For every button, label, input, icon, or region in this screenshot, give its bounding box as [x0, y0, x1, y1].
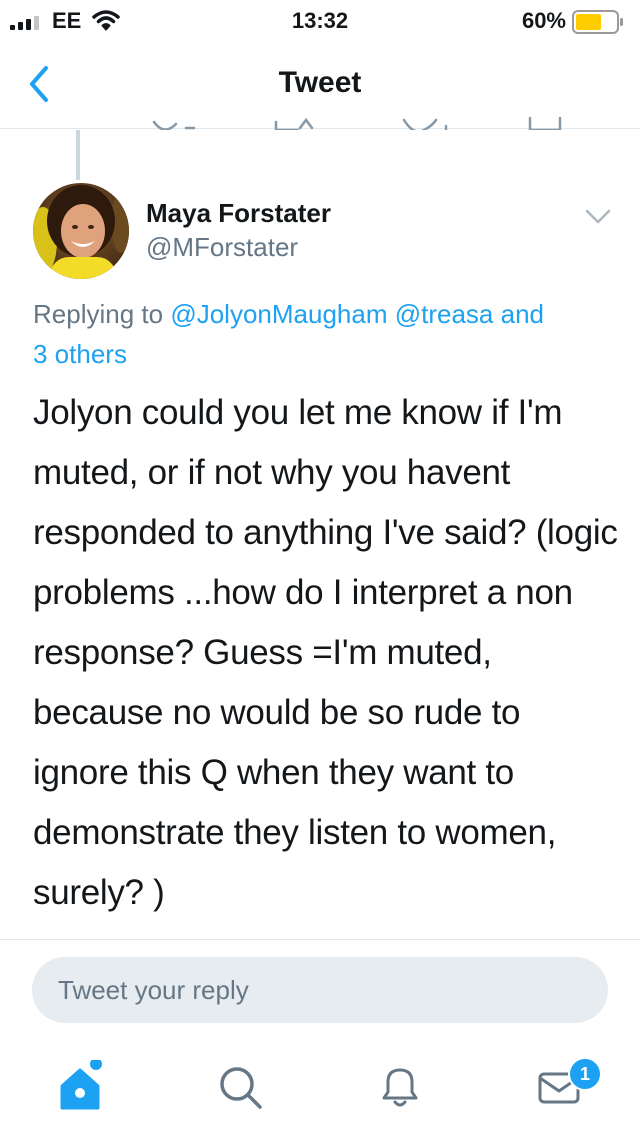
- messages-badge: 1: [568, 1057, 602, 1091]
- mention-link[interactable]: @treasa: [395, 299, 494, 329]
- mention-link[interactable]: @JolyonMaugham: [170, 299, 387, 329]
- battery-icon: [572, 10, 623, 34]
- search-icon: [220, 1067, 262, 1109]
- status-bar: EE 13:32 60%: [0, 0, 640, 40]
- replying-to: Replying to @JolyonMaugham @treasa and 3 …: [33, 294, 613, 374]
- tab-home[interactable]: [54, 1058, 114, 1116]
- tweet-body: Jolyon could you let me know if I'm mute…: [33, 393, 618, 912]
- previous-tweet-actions: [0, 106, 640, 130]
- reply-placeholder: Tweet your reply: [58, 975, 249, 1005]
- and-word[interactable]: and: [501, 299, 544, 329]
- previous-actions-icons: [152, 116, 562, 130]
- author-name[interactable]: Maya Forstater: [146, 198, 331, 229]
- reply-input[interactable]: Tweet your reply: [32, 957, 608, 1023]
- battery-percentage: 60%: [521, 8, 566, 33]
- author-handle[interactable]: @MForstater: [146, 232, 298, 263]
- bell-icon: [382, 1068, 418, 1107]
- home-icon: [60, 1058, 102, 1110]
- avatar[interactable]: [33, 183, 129, 279]
- page-title: Tweet: [278, 66, 362, 99]
- tab-notifications[interactable]: [370, 1060, 430, 1116]
- avatar-image: [33, 183, 129, 279]
- chevron-down-icon[interactable]: [584, 208, 612, 226]
- thread-line: [76, 130, 80, 180]
- divider: [0, 939, 640, 940]
- tab-search[interactable]: [210, 1060, 270, 1116]
- others-link[interactable]: 3 others: [33, 339, 127, 369]
- replying-prefix: Replying to: [33, 299, 164, 329]
